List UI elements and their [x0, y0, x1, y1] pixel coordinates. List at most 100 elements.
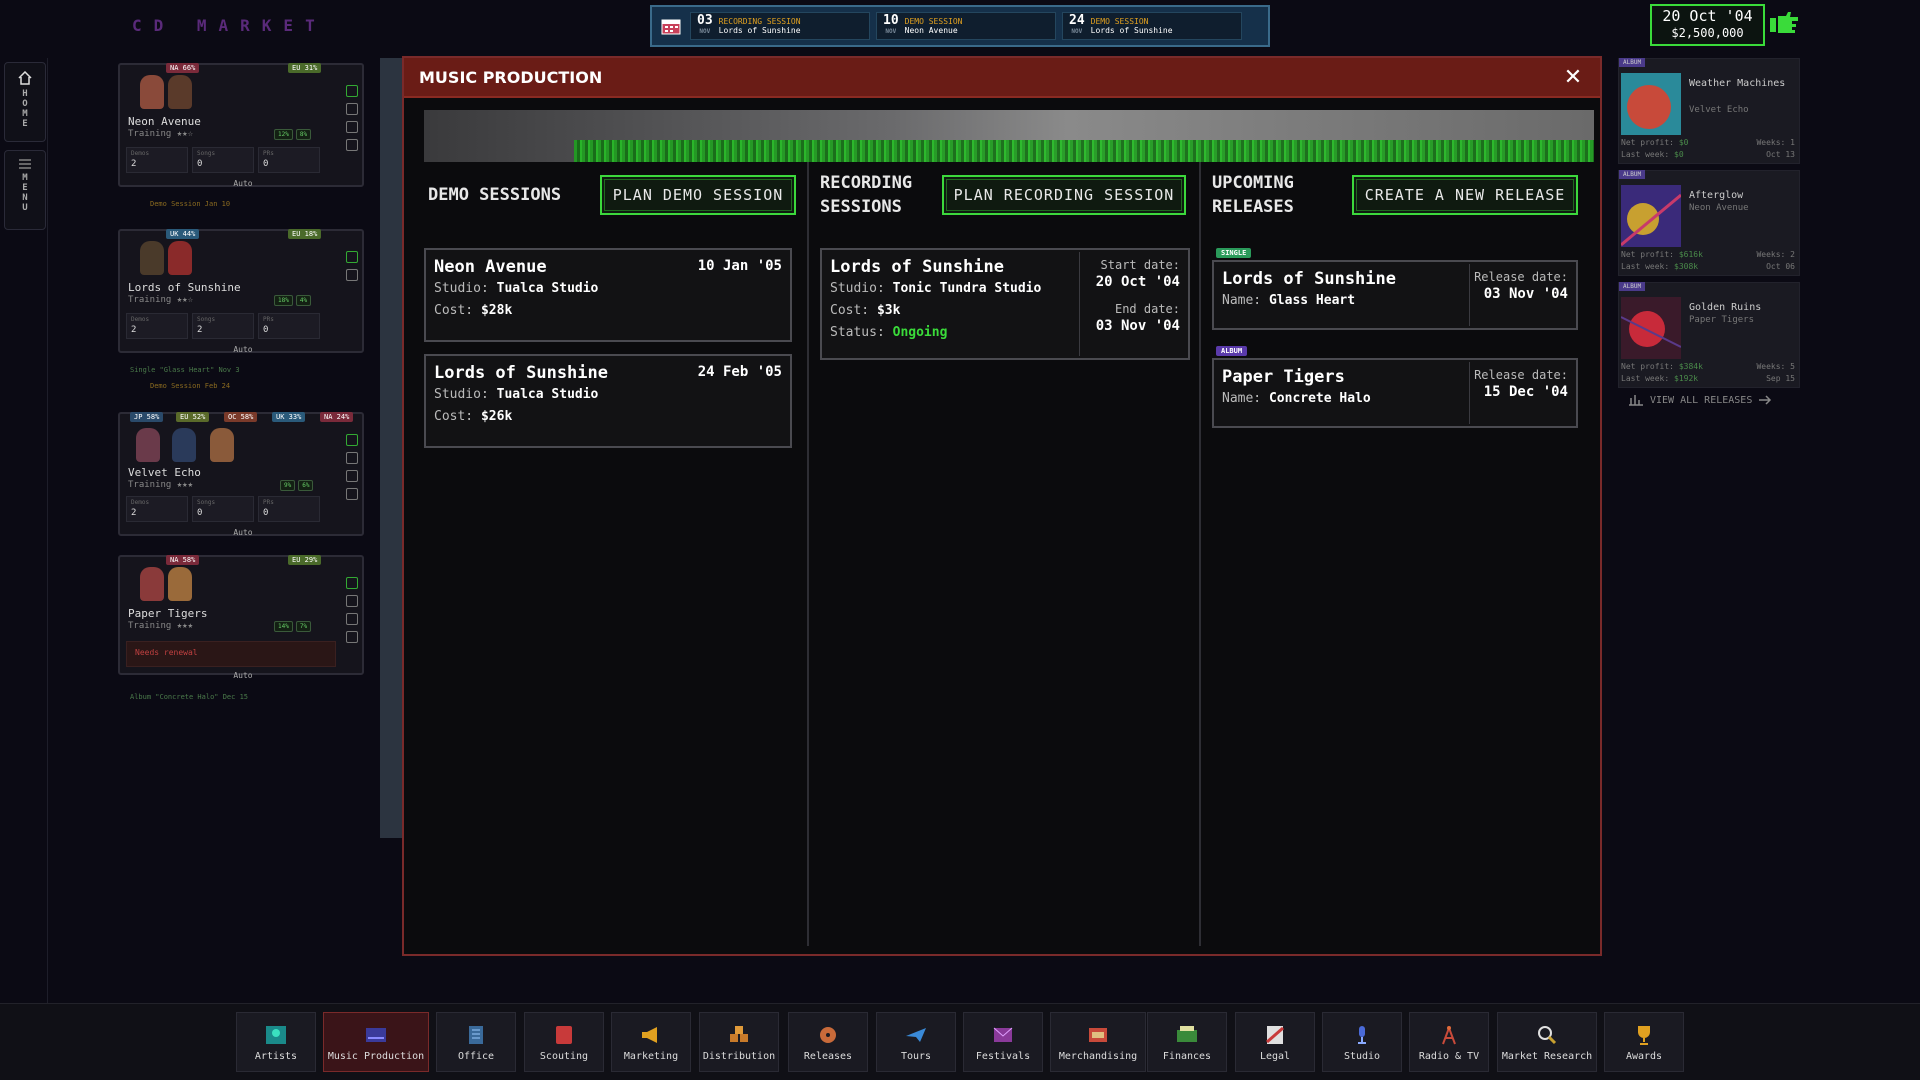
calendar-event[interactable]: 24 NOV DEMO SESSION Lords of Sunshine: [1062, 12, 1242, 40]
plan-recording-session-button[interactable]: PLAN RECORDING SESSION: [942, 175, 1186, 215]
auto-toggle[interactable]: Auto: [120, 179, 366, 188]
region-tag: EU 31%: [288, 63, 322, 73]
artist-note: Album "Concrete Halo" Dec 15: [130, 693, 249, 701]
demos-stat: Demos 2: [126, 313, 188, 339]
session-cost: $28k: [480, 303, 513, 318]
release-type-badge: ALBUM: [1216, 346, 1248, 356]
menu-button[interactable]: MENU: [4, 150, 46, 230]
demos-stat: Demos 2: [126, 496, 188, 522]
tag-icon: [346, 121, 358, 133]
session-status: Ongoing: [892, 325, 948, 340]
album-cover: [1621, 297, 1681, 359]
stat-chip: 14%: [274, 621, 293, 632]
artist-card[interactable]: UK 44% EU 18% Lords of Sunshine Training…: [118, 229, 366, 354]
needs-renewal-warning[interactable]: Needs renewal: [126, 641, 336, 667]
region-tag: NA 66%: [166, 63, 200, 73]
region-tag: OC 58%: [224, 412, 258, 422]
modal-title: MUSIC PRODUCTION: [419, 67, 603, 87]
album-cover: [1621, 73, 1681, 135]
release-name: Concrete Halo: [1268, 391, 1371, 406]
nav-artists[interactable]: Artists: [236, 1012, 316, 1072]
event-type: RECORDING SESSION: [718, 17, 801, 26]
release-card[interactable]: Lords of Sunshine Name: Glass Heart Rele…: [1212, 260, 1578, 330]
nav-legal[interactable]: Legal: [1235, 1012, 1315, 1072]
artist-avatar: [168, 567, 192, 601]
demo-session-card[interactable]: Neon Avenue 10 Jan '05 Studio: Tualca St…: [424, 248, 792, 342]
scouting-icon: [556, 1026, 572, 1044]
artist-name: Lords of Sunshine: [128, 281, 241, 294]
nav-releases[interactable]: Releases: [788, 1012, 868, 1072]
session-date: 10 Jan '05: [697, 258, 782, 274]
calendar-event[interactable]: 03 NOV RECORDING SESSION Lords of Sunshine: [690, 12, 870, 40]
artist-avatar: [140, 567, 164, 601]
release-type-badge: ALBUM: [1619, 58, 1646, 67]
calendar-icon[interactable]: [658, 13, 684, 39]
awards-icon: [1638, 1026, 1650, 1045]
modal-header: MUSIC PRODUCTION: [404, 58, 1600, 98]
release-type-badge: SINGLE: [1216, 248, 1252, 258]
home-button[interactable]: HOME: [4, 62, 46, 142]
event-type: DEMO SESSION: [904, 17, 963, 26]
nav-market-research[interactable]: Market Research: [1497, 1012, 1597, 1072]
artist-avatar: [136, 428, 160, 462]
artist-card[interactable]: NA 58% EU 29% Paper Tigers Training ★★★ …: [118, 555, 364, 680]
prs-stat: PRs 0: [258, 147, 320, 173]
recording-sessions-title: RECORDING SESSIONS: [820, 173, 913, 217]
session-cost: $26k: [480, 409, 513, 424]
nav-office[interactable]: Office: [436, 1012, 516, 1072]
end-date-label: End date:: [1114, 302, 1180, 316]
nav-tours[interactable]: Tours: [876, 1012, 956, 1072]
money-balance: $2,500,000: [1671, 26, 1744, 40]
releases-icon: [820, 1027, 836, 1043]
home-icon: [18, 71, 32, 85]
songs-stat: Songs 2: [192, 313, 254, 339]
recent-release-card[interactable]: ALBUM Golden Ruins Paper Tigers Net prof…: [1618, 282, 1800, 388]
nav-music-production[interactable]: Music Production: [323, 1012, 429, 1072]
heart-icon: [346, 577, 358, 589]
recent-release-card[interactable]: ALBUM Weather Machines Velvet Echo Net p…: [1618, 58, 1800, 164]
release-type-badge: ALBUM: [1619, 170, 1646, 179]
calendar-event[interactable]: 10 NOV DEMO SESSION Neon Avenue: [876, 12, 1056, 40]
nav-radio-tv[interactable]: Radio & TV: [1409, 1012, 1489, 1072]
stat-chip: 18%: [274, 295, 293, 306]
event-artist: Neon Avenue: [904, 26, 958, 35]
artist-card[interactable]: JP 58% EU 52% OC 58% UK 33% NA 24% Velve…: [118, 412, 366, 537]
recording-session-card[interactable]: Lords of Sunshine Studio: Tonic Tundra S…: [820, 248, 1190, 360]
nav-marketing[interactable]: Marketing: [611, 1012, 691, 1072]
heart-icon: [346, 85, 358, 97]
advance-time-icon[interactable]: [1768, 10, 1800, 40]
recent-release-card[interactable]: ALBUM Afterglow Neon Avenue Net profit: …: [1618, 170, 1800, 276]
date-money-display: 20 Oct '04 $2,500,000: [1650, 4, 1765, 46]
calendar-bar[interactable]: 03 NOV RECORDING SESSION Lords of Sunshine…: [650, 5, 1270, 47]
calendar-icon: [346, 452, 358, 464]
plan-demo-session-button[interactable]: PLAN DEMO SESSION: [600, 175, 796, 215]
release-date-label: Release date:: [1474, 270, 1568, 284]
artist-card[interactable]: NA 66% EU 31% Neon Avenue Training ★★☆ 1…: [118, 63, 366, 188]
left-navigation: HOME MENU: [0, 58, 48, 1003]
release-date: 15 Dec '04: [1483, 384, 1568, 400]
create-new-release-button[interactable]: CREATE A NEW RELEASE: [1352, 175, 1578, 215]
artist-avatar: [168, 241, 192, 275]
music-production-icon: [366, 1028, 386, 1042]
release-card[interactable]: Paper Tigers Name: Concrete Halo Release…: [1212, 358, 1578, 428]
tag-icon: [346, 470, 358, 482]
view-all-releases-link[interactable]: VIEW ALL RELEASES: [1628, 394, 1772, 406]
nav-distribution[interactable]: Distribution: [699, 1012, 779, 1072]
release-title: Afterglow: [1689, 190, 1744, 201]
demo-session-card[interactable]: Lords of Sunshine 24 Feb '05 Studio: Tua…: [424, 354, 792, 448]
close-icon[interactable]: ✕: [1560, 65, 1586, 91]
nav-scouting[interactable]: Scouting: [524, 1012, 604, 1072]
nav-studio[interactable]: Studio: [1322, 1012, 1402, 1072]
nav-merchandising[interactable]: Merchandising: [1050, 1012, 1146, 1072]
auto-toggle[interactable]: Auto: [120, 345, 366, 354]
auto-toggle[interactable]: Auto: [120, 528, 366, 537]
auto-toggle[interactable]: Auto: [120, 671, 366, 680]
shirt-icon: [346, 488, 358, 500]
chart-icon: [1629, 395, 1643, 406]
stat-chip: 7%: [295, 621, 312, 632]
artist-avatar: [140, 241, 164, 275]
nav-finances[interactable]: Finances: [1147, 1012, 1227, 1072]
nav-awards[interactable]: Awards: [1604, 1012, 1684, 1072]
release-date: 03 Nov '04: [1483, 286, 1568, 302]
nav-festivals[interactable]: Festivals: [963, 1012, 1043, 1072]
